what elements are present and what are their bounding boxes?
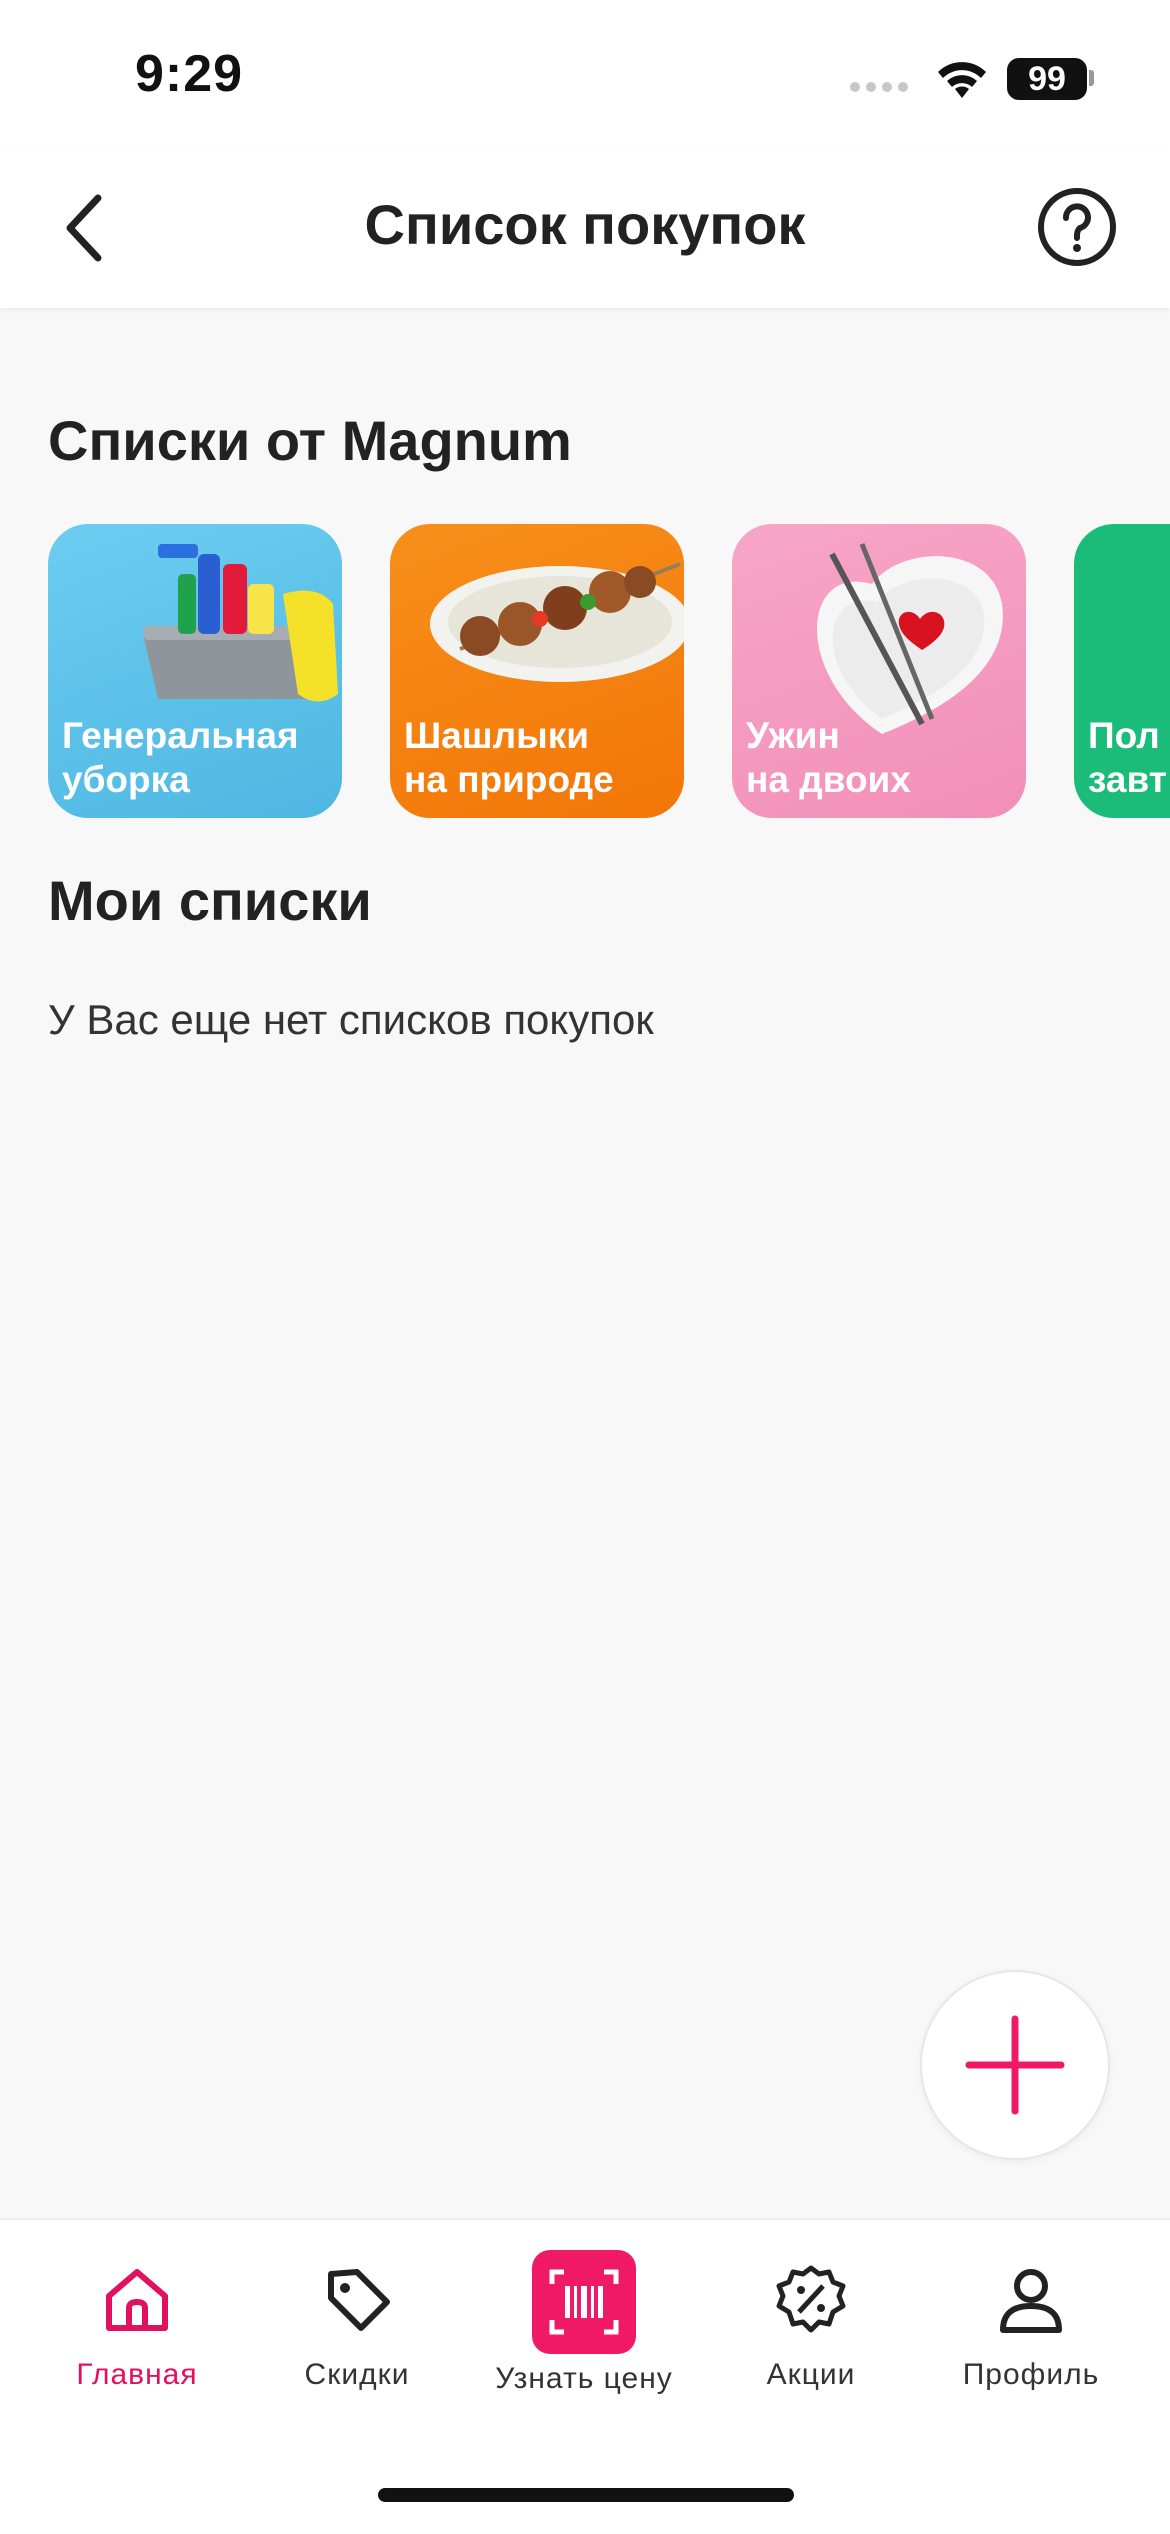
tab-label: Акции [766, 2358, 856, 2391]
user-icon [1000, 2269, 1062, 2333]
bottom-tab-bar: Главная Скидки Узнать цену Акции Профиль [0, 2218, 1170, 2534]
home-indicator [378, 2488, 794, 2502]
app-header: Список покупок [0, 150, 1170, 308]
my-lists-title: Мои списки [48, 869, 372, 932]
tab-price-check[interactable]: Узнать цену [474, 2250, 694, 2396]
list-card-cleaning[interactable]: Генеральная уборка [48, 524, 342, 818]
add-list-button[interactable] [920, 1970, 1110, 2160]
battery-tip [1089, 70, 1094, 86]
list-card-dinner[interactable]: Ужин на двоих [732, 524, 1026, 818]
tab-label: Главная [76, 2358, 198, 2391]
tab-label: Узнать цену [495, 2362, 673, 2395]
list-card-label: Шашлыки на природе [404, 715, 614, 800]
tab-label: Профиль [962, 2358, 1100, 2391]
wifi-icon [938, 62, 986, 98]
help-icon[interactable] [1036, 186, 1118, 268]
page-title: Список покупок [364, 193, 806, 256]
list-card-label: Пол завт [1088, 715, 1167, 800]
battery-icon: 99 [1007, 58, 1087, 100]
tab-home[interactable]: Главная [27, 2260, 247, 2392]
magnum-lists-carousel[interactable]: Генеральная уборка Шашлыки на природе Уж… [48, 524, 1170, 818]
list-card-label: Ужин на двоих [746, 715, 911, 800]
home-icon [106, 2269, 168, 2331]
percent-badge-icon [776, 2265, 846, 2333]
list-card-label: Генеральная уборка [62, 715, 299, 800]
barcode-scan-icon [532, 2250, 636, 2354]
tab-promotions[interactable]: Акции [701, 2260, 921, 2392]
tab-profile[interactable]: Профиль [921, 2260, 1141, 2392]
status-time: 9:29 [135, 45, 244, 103]
tab-label: Скидки [304, 2358, 410, 2391]
cellular-signal-icon [850, 82, 908, 92]
plus-icon [965, 2015, 1065, 2115]
list-card-breakfast[interactable]: Пол завт [1074, 524, 1170, 818]
status-bar: 9:29 99 [0, 0, 1170, 150]
empty-lists-message: У Вас еще нет списков покупок [48, 996, 654, 1043]
magnum-lists-title: Списки от Magnum [48, 409, 572, 472]
list-card-bbq[interactable]: Шашлыки на природе [390, 524, 684, 818]
tag-icon [328, 2269, 390, 2331]
tab-discounts[interactable]: Скидки [247, 2260, 467, 2392]
